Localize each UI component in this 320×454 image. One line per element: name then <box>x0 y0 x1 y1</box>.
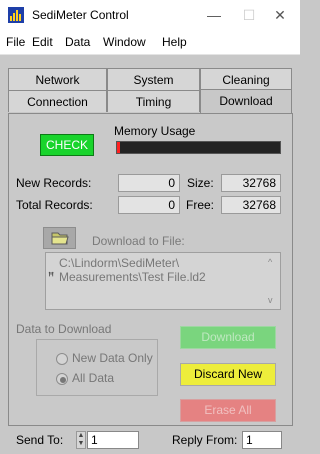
data-option-group <box>36 339 158 396</box>
memory-usage-fill <box>117 142 121 153</box>
new-records-value: 0 <box>118 174 180 192</box>
new-data-only-label: New Data Only <box>72 351 153 365</box>
folder-browse-button[interactable] <box>43 227 76 249</box>
data-to-download-label: Data to Download <box>16 322 112 336</box>
download-button[interactable]: Download <box>180 326 276 349</box>
menu-help[interactable]: Help <box>162 35 187 49</box>
total-records-label: Total Records: <box>16 198 93 212</box>
new-records-label: New Records: <box>16 176 92 190</box>
menu-data[interactable]: Data <box>65 35 90 49</box>
erase-all-button[interactable]: Erase All <box>180 399 276 422</box>
text-cursor-icon: ꟸ <box>48 271 55 283</box>
memory-usage-bar <box>116 141 281 154</box>
discard-new-button[interactable]: Discard New <box>180 363 276 386</box>
menu-edit[interactable]: Edit <box>32 35 53 49</box>
radio-selected-dot <box>60 377 66 383</box>
new-data-only-radio[interactable] <box>56 353 68 365</box>
reply-from-input[interactable]: 1 <box>242 431 282 449</box>
folder-icon <box>51 232 69 245</box>
free-label: Free: <box>186 198 215 212</box>
tab-cleaning[interactable]: Cleaning <box>200 68 292 90</box>
menu-file[interactable]: File <box>6 35 25 49</box>
memory-usage-label: Memory Usage <box>114 124 196 138</box>
file-path-field[interactable]: ꟸ C:\Lindorm\SediMeter\ Measurements\Tes… <box>45 252 281 310</box>
download-to-file-label: Download to File: <box>92 234 185 248</box>
menu-window[interactable]: Window <box>103 35 146 49</box>
window-title: SediMeter Control <box>32 8 129 22</box>
close-button[interactable]: ✕ <box>269 5 291 25</box>
app-icon <box>8 7 24 23</box>
maximize-button[interactable]: ☐ <box>238 5 260 25</box>
tab-network[interactable]: Network <box>8 68 107 90</box>
free-value: 32768 <box>221 196 281 214</box>
scroll-up-icon[interactable]: ^ <box>268 257 272 267</box>
tab-download[interactable]: Download <box>200 89 292 113</box>
minimize-button[interactable]: — <box>203 5 225 25</box>
send-to-spinner[interactable]: ▲ ▼ <box>76 431 86 449</box>
check-button[interactable]: CHECK <box>40 134 94 156</box>
file-path-text: C:\Lindorm\SediMeter\ Measurements\Test … <box>59 256 206 284</box>
total-records-value: 0 <box>118 196 180 214</box>
all-data-radio[interactable] <box>56 373 68 385</box>
size-label: Size: <box>187 176 214 190</box>
send-to-input[interactable]: 1 <box>87 431 139 449</box>
reply-from-label: Reply From: <box>172 433 238 447</box>
tab-connection[interactable]: Connection <box>8 90 107 112</box>
spinner-up-icon[interactable]: ▲ <box>77 432 85 440</box>
spinner-down-icon[interactable]: ▼ <box>77 440 85 448</box>
send-to-label: Send To: <box>16 433 64 447</box>
all-data-label: All Data <box>72 371 115 385</box>
size-value: 32768 <box>221 174 281 192</box>
tab-timing[interactable]: Timing <box>107 90 200 112</box>
tab-system[interactable]: System <box>107 68 200 90</box>
scroll-down-icon[interactable]: v <box>268 295 273 305</box>
